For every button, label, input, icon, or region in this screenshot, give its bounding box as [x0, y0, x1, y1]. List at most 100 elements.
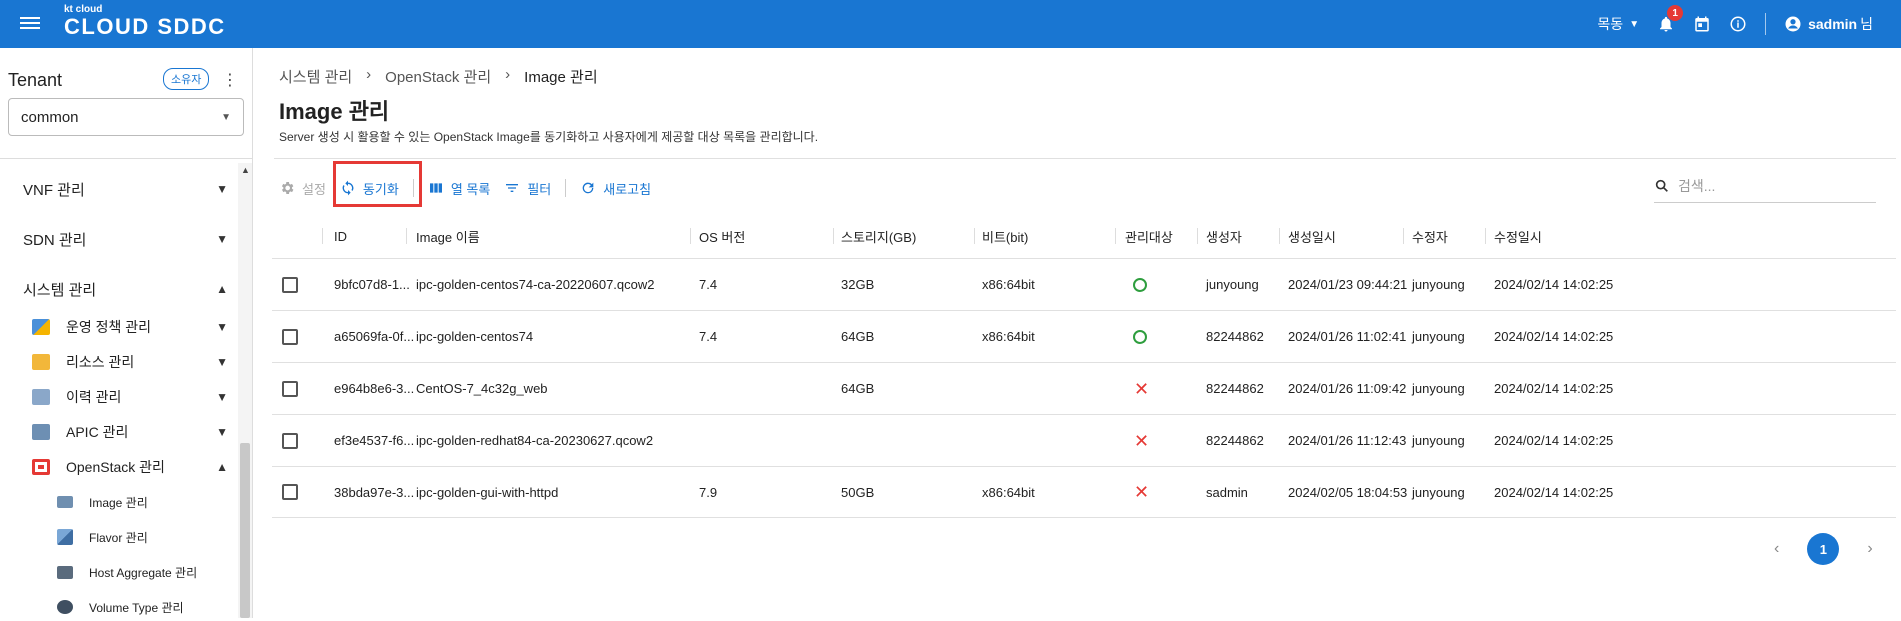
chevron-up-icon: ▲ — [216, 282, 228, 296]
divider — [1197, 228, 1198, 244]
divider — [274, 158, 1896, 159]
check-circle-icon — [1133, 329, 1147, 344]
table-row[interactable]: 38bda97e-3... ipc-golden-gui-with-httpd … — [272, 466, 1896, 518]
cell-created: 2024/02/05 18:04:53 — [1288, 484, 1408, 500]
search-input[interactable]: 검색... — [1678, 176, 1715, 196]
chevron-left-icon[interactable]: ‹ — [1774, 540, 1779, 558]
search-icon — [1655, 179, 1668, 192]
search-field[interactable]: 검색... — [1654, 176, 1876, 203]
notification-button[interactable]: 1 — [1657, 5, 1684, 33]
chevron-down-icon: ▼ — [216, 425, 228, 439]
column-header-os-version[interactable]: OS 버전 — [699, 214, 745, 258]
settings-button[interactable]: 설정 — [279, 179, 326, 198]
refresh-button[interactable]: 새로고침 — [580, 179, 651, 198]
calendar-button[interactable] — [1693, 15, 1711, 33]
cell-modified: 2024/02/14 14:02:25 — [1494, 433, 1614, 448]
owner-chip[interactable]: 소유자 — [163, 68, 210, 90]
row-checkbox[interactable] — [282, 328, 298, 345]
row-checkbox[interactable] — [282, 380, 298, 397]
table-row[interactable]: a65069fa-0f... ipc-golden-centos74 7.4 6… — [272, 310, 1896, 362]
table-row[interactable]: e964b8e6-3... CentOS-7_4c32g_web 64GB ✕ … — [272, 362, 1896, 414]
filter-label: 필터 — [527, 181, 552, 197]
cell-modifier: junyoung — [1412, 484, 1465, 500]
scrollbar-thumb[interactable] — [240, 443, 250, 618]
column-header-creator[interactable]: 생성자 — [1206, 214, 1242, 258]
cell-storage: 50GB — [841, 484, 875, 500]
page-description: Server 생성 시 활용할 수 있는 OpenStack Image를 동기… — [279, 130, 819, 144]
sidebar-item-openstack[interactable]: OpenStack 관리 ▲ — [0, 453, 238, 481]
sidebar-item-flavor[interactable]: Flavor 관리 — [0, 523, 238, 551]
cell-created: 2024/01/26 11:02:41 — [1288, 329, 1407, 344]
column-header-modified[interactable]: 수정일시 — [1494, 214, 1542, 258]
cell-creator: 82244862 — [1206, 433, 1264, 448]
sidebar-item-policy[interactable]: 운영 정책 관리 ▼ — [0, 313, 238, 341]
caret-down-icon: ▼ — [221, 111, 231, 123]
column-header-storage[interactable]: 스토리지(GB) — [841, 214, 916, 258]
user-suffix: 님 — [1860, 16, 1873, 32]
gear-icon — [281, 182, 294, 194]
tenant-select[interactable]: common ▼ — [8, 98, 244, 136]
cell-modifier: junyoung — [1412, 277, 1465, 292]
sidebar-item-label: APIC 관리 — [66, 424, 129, 440]
column-header-image-name[interactable]: Image 이름 — [416, 214, 480, 258]
row-checkbox[interactable] — [282, 276, 298, 293]
column-header-id[interactable]: ID — [334, 214, 347, 258]
tenant-title: Tenant — [8, 70, 63, 90]
breadcrumb-item[interactable]: OpenStack 관리 — [385, 66, 491, 87]
sidebar-item-label: Flavor 관리 — [89, 530, 148, 545]
row-checkbox[interactable] — [282, 484, 298, 500]
column-header-modifier[interactable]: 수정자 — [1412, 214, 1448, 258]
sidebar-item-image[interactable]: Image 관리 — [0, 488, 238, 516]
page-button[interactable]: 1 — [1807, 533, 1840, 565]
pagination: ‹ 1 › — [1774, 533, 1873, 565]
sidebar-item-label: 이력 관리 — [66, 389, 122, 405]
sidebar-item-host-aggregate[interactable]: Host Aggregate 관리 — [0, 558, 238, 586]
cell-storage: 64GB — [841, 381, 875, 396]
sidebar-item-volume-type[interactable]: Volume Type 관리 — [0, 593, 238, 621]
volume-icon — [57, 600, 73, 614]
sidebar-item-resource[interactable]: 리소스 관리 ▼ — [0, 348, 238, 376]
divider — [565, 179, 567, 197]
divider — [1115, 228, 1116, 244]
cell-modifier: junyoung — [1412, 433, 1465, 448]
refresh-icon — [582, 182, 594, 194]
region-select[interactable]: 목동 ▼ — [1597, 14, 1639, 34]
cell-image-name: ipc-golden-centos74 — [416, 329, 534, 344]
cell-modifier: junyoung — [1412, 381, 1465, 396]
table-row[interactable]: 9bfc07d8-1... ipc-golden-centos74-ca-202… — [272, 258, 1896, 310]
settings-label: 설정 — [302, 181, 326, 197]
sidebar-item-apic[interactable]: APIC 관리 ▼ — [0, 418, 238, 446]
logo[interactable]: kt cloud CLOUD SDDC — [64, 4, 226, 39]
user-name: sadmin — [1808, 16, 1858, 32]
more-vert-icon[interactable]: ⋮ — [222, 70, 238, 90]
divider — [690, 228, 691, 244]
row-checkbox[interactable] — [282, 432, 298, 449]
divider — [974, 228, 975, 244]
host-aggregate-icon — [57, 565, 73, 579]
sidebar-item-label: Image 관리 — [89, 495, 148, 510]
column-header-created[interactable]: 생성일시 — [1288, 214, 1336, 258]
column-header-managed[interactable]: 관리대상 — [1125, 214, 1173, 258]
divider — [0, 158, 252, 159]
sidebar-item-history[interactable]: 이력 관리 ▼ — [0, 383, 238, 411]
menu-icon[interactable] — [20, 14, 40, 34]
scroll-up-icon[interactable]: ▲ — [241, 165, 250, 175]
openstack-icon — [32, 459, 50, 475]
info-button[interactable] — [1729, 15, 1747, 33]
sidebar-item-sdn[interactable]: SDN 관리 ▼ — [0, 223, 238, 255]
user-menu[interactable]: sadmin 님 — [1784, 14, 1873, 34]
chevron-right-icon[interactable]: › — [1867, 540, 1872, 558]
table-row[interactable]: ef3e4537-f6... ipc-golden-redhat84-ca-20… — [272, 414, 1896, 466]
cell-modified: 2024/02/14 14:02:25 — [1494, 484, 1614, 500]
columns-button[interactable]: 열 목록 — [428, 179, 490, 198]
sidebar-item-label: Host Aggregate 관리 — [89, 565, 198, 580]
column-header-bit[interactable]: 비트(bit) — [982, 214, 1028, 258]
sidebar-item-system[interactable]: 시스템 관리 ▲ — [0, 273, 238, 305]
sidebar: Tenant 소유자 ⋮ common ▼ VNF 관리 ▼ SDN 관리 ▼ … — [0, 48, 253, 618]
filter-button[interactable]: 필터 — [504, 179, 551, 198]
sidebar-scrollbar[interactable]: ▲ — [238, 163, 252, 618]
breadcrumb-item[interactable]: 시스템 관리 — [279, 66, 352, 87]
sidebar-item-vnf[interactable]: VNF 관리 ▼ — [0, 173, 238, 205]
chevron-right-icon: › — [366, 66, 372, 83]
cell-image-name: ipc-golden-redhat84-ca-20230627.qcow2 — [416, 433, 654, 448]
